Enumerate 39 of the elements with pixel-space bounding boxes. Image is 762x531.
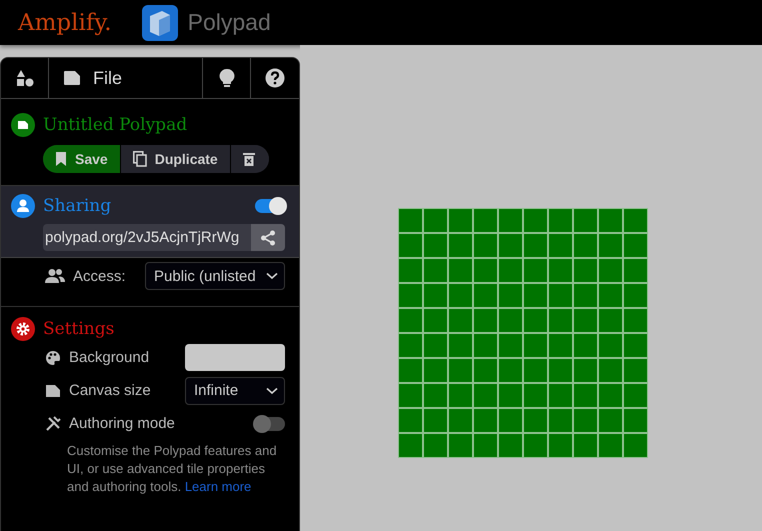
palette-icon <box>45 350 61 366</box>
save-button[interactable]: Save <box>43 145 121 173</box>
authoring-description: Customise the Polypad features and UI, or use advanced tile properties and authoring tools. Learn more <box>67 442 278 496</box>
setting-label: Authoring mode <box>69 415 175 432</box>
page-icon <box>45 382 61 398</box>
authoring-toggle[interactable] <box>255 416 285 430</box>
copy-icon <box>132 151 147 167</box>
lightbulb-icon <box>218 68 234 88</box>
chevron-down-icon <box>266 272 278 280</box>
user-icon <box>11 194 35 218</box>
app-name: Polypad <box>188 9 271 36</box>
share-icon <box>260 230 276 246</box>
file-icon <box>63 70 81 86</box>
access-select[interactable]: Public (unlisted <box>145 262 285 290</box>
share-button[interactable] <box>251 224 285 251</box>
setting-label: Canvas size <box>69 382 151 399</box>
gear-icon <box>11 317 35 341</box>
setting-label: Background <box>69 349 150 366</box>
settings-title[interactable]: Settings <box>43 319 114 339</box>
bookmark-icon <box>55 152 67 166</box>
tile-grid-drawing[interactable] <box>398 208 648 458</box>
sharing-toggle[interactable] <box>255 199 285 213</box>
file-tab[interactable]: File <box>49 58 203 98</box>
help-icon <box>265 68 285 88</box>
file-icon <box>11 113 35 137</box>
background-color-field[interactable] <box>185 344 285 371</box>
tools-icon <box>45 416 61 432</box>
share-link-field[interactable]: polypad.org/2vJ5AcjnTjRrWg <box>43 224 251 251</box>
canvas-size-select[interactable]: Infinite <box>185 376 285 404</box>
cube-logo-icon <box>142 4 178 40</box>
trash-icon <box>242 152 255 166</box>
chevron-down-icon <box>266 386 278 394</box>
access-label: Access: <box>73 268 126 284</box>
shapes-icon <box>16 69 34 87</box>
brand-logo[interactable]: Amplify. <box>18 10 112 36</box>
people-icon <box>45 268 65 284</box>
learn-more-link[interactable]: Learn more <box>184 479 252 494</box>
sharing-title[interactable]: Sharing <box>43 196 112 216</box>
file-title[interactable]: Untitled Polypad <box>43 115 188 135</box>
